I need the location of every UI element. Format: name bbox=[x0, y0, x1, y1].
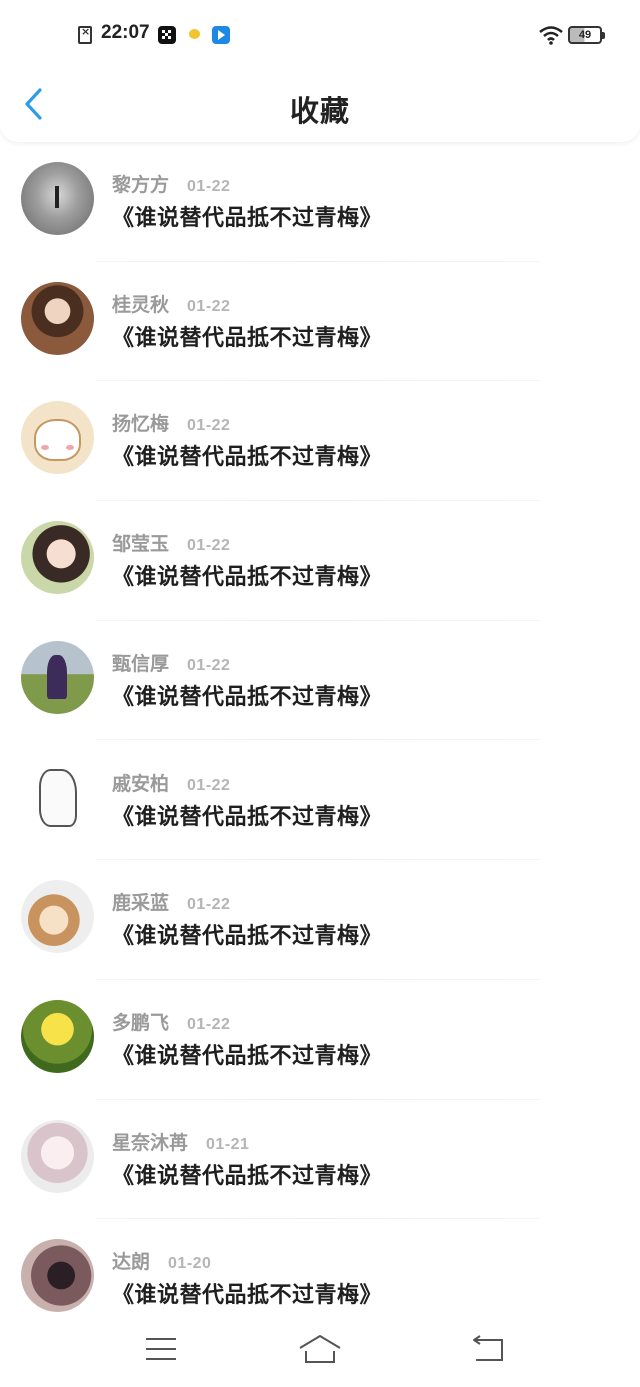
favorite-date: 01-22 bbox=[187, 776, 231, 794]
author-name[interactable]: 星奈沐苒 bbox=[112, 1128, 188, 1155]
avatar[interactable] bbox=[21, 880, 94, 954]
favorite-date: 01-22 bbox=[187, 1015, 231, 1033]
favorite-item[interactable]: 戚安柏 01-22 《谁说替代品抵不过青梅》 bbox=[0, 741, 640, 861]
sim-missing-icon bbox=[78, 25, 92, 44]
work-title[interactable]: 《谁说替代品抵不过青梅》 bbox=[112, 918, 382, 950]
back-icon bbox=[473, 1335, 503, 1361]
home-button[interactable] bbox=[298, 1332, 342, 1366]
author-name[interactable]: 黎方方 bbox=[112, 170, 169, 197]
avatar[interactable] bbox=[21, 999, 94, 1073]
favorite-date: 01-21 bbox=[206, 1135, 250, 1153]
favorite-date: 01-22 bbox=[187, 297, 231, 315]
favorite-item[interactable]: 扬忆梅 01-22 《谁说替代品抵不过青梅》 bbox=[0, 381, 640, 502]
avatar[interactable] bbox=[21, 1119, 94, 1193]
favorite-date: 01-22 bbox=[187, 537, 231, 555]
home-icon bbox=[299, 1335, 341, 1363]
author-name[interactable]: 达朗 bbox=[112, 1247, 150, 1274]
work-title[interactable]: 《谁说替代品抵不过青梅》 bbox=[112, 1277, 382, 1309]
work-title[interactable]: 《谁说替代品抵不过青梅》 bbox=[112, 200, 382, 232]
back-nav-button[interactable] bbox=[466, 1332, 510, 1366]
avatar[interactable] bbox=[21, 1239, 94, 1313]
work-title[interactable]: 《谁说替代品抵不过青梅》 bbox=[112, 439, 382, 471]
header: 收藏 bbox=[0, 70, 640, 142]
work-title[interactable]: 《谁说替代品抵不过青梅》 bbox=[112, 1038, 382, 1070]
status-bar: 22:07 49 bbox=[0, 0, 640, 70]
favorite-date: 01-22 bbox=[187, 178, 231, 195]
battery-icon: 49 bbox=[568, 26, 605, 44]
favorite-item[interactable]: 桂灵秋 01-22 《谁说替代品抵不过青梅》 bbox=[0, 262, 640, 382]
avatar[interactable] bbox=[21, 521, 94, 595]
favorite-item[interactable]: 邹莹玉 01-22 《谁说替代品抵不过青梅》 bbox=[0, 501, 640, 621]
menu-button[interactable] bbox=[140, 1332, 184, 1366]
avatar[interactable] bbox=[21, 401, 94, 475]
author-name[interactable]: 甄信厚 bbox=[112, 649, 169, 676]
avatar[interactable] bbox=[21, 281, 94, 355]
author-name[interactable]: 邹莹玉 bbox=[112, 529, 169, 556]
work-title[interactable]: 《谁说替代品抵不过青梅》 bbox=[112, 1158, 382, 1190]
avatar[interactable] bbox=[21, 640, 94, 714]
favorite-item[interactable]: 多鹏飞 01-22 《谁说替代品抵不过青梅》 bbox=[0, 980, 640, 1100]
avatar[interactable] bbox=[21, 162, 94, 235]
menu-icon bbox=[146, 1338, 176, 1360]
work-title[interactable]: 《谁说替代品抵不过青梅》 bbox=[112, 559, 382, 591]
favorite-item[interactable]: 甄信厚 01-22 《谁说替代品抵不过青梅》 bbox=[0, 621, 640, 741]
page-title: 收藏 bbox=[289, 94, 350, 128]
author-name[interactable]: 多鹏飞 bbox=[112, 1008, 169, 1035]
favorite-date: 01-22 bbox=[187, 417, 231, 435]
status-time: 22:07 bbox=[101, 22, 150, 43]
system-nav-bar bbox=[0, 1322, 640, 1387]
app-icon bbox=[212, 26, 230, 44]
favorite-date: 01-20 bbox=[168, 1255, 212, 1273]
author-name[interactable]: 鹿采蓝 bbox=[112, 888, 169, 915]
favorite-date: 01-22 bbox=[187, 896, 231, 914]
work-title[interactable]: 《谁说替代品抵不过青梅》 bbox=[112, 679, 382, 711]
favorite-item[interactable]: 鹿采蓝 01-22 《谁说替代品抵不过青梅》 bbox=[0, 860, 640, 980]
favorite-item[interactable]: 黎方方 01-22 《谁说替代品抵不过青梅》 bbox=[0, 142, 640, 262]
favorite-date: 01-22 bbox=[187, 656, 231, 674]
author-name[interactable]: 桂灵秋 bbox=[112, 290, 169, 317]
work-title[interactable]: 《谁说替代品抵不过青梅》 bbox=[112, 799, 382, 831]
favorite-item[interactable]: 星奈沐苒 01-21 《谁说替代品抵不过青梅》 bbox=[0, 1100, 640, 1220]
wifi-icon bbox=[539, 25, 563, 45]
author-name[interactable]: 扬忆梅 bbox=[112, 409, 169, 436]
work-title[interactable]: 《谁说替代品抵不过青梅》 bbox=[112, 320, 382, 352]
notification-icon bbox=[186, 26, 204, 44]
app-icon bbox=[158, 26, 176, 44]
avatar[interactable] bbox=[21, 760, 94, 834]
author-name[interactable]: 戚安柏 bbox=[112, 769, 169, 796]
